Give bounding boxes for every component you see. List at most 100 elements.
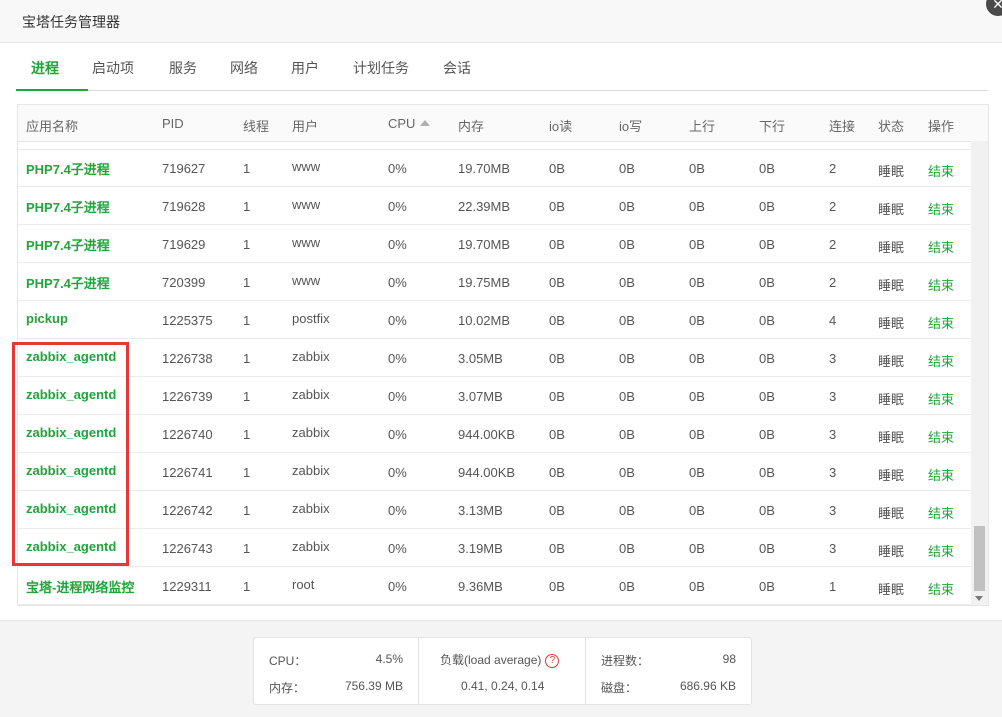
process-download: 0B: [759, 503, 775, 518]
process-status: 睡眠: [878, 240, 905, 255]
process-download: 0B: [759, 237, 775, 252]
process-upload: 0B: [689, 465, 705, 480]
process-download: 0B: [759, 427, 775, 442]
end-process-button[interactable]: 结束: [928, 579, 954, 598]
process-pid: 719628: [162, 199, 206, 214]
active-tab-indicator: [16, 89, 88, 91]
end-process-button[interactable]: 结束: [928, 313, 954, 332]
process-memory: 3.13MB: [458, 503, 503, 518]
col-header-name[interactable]: 应用名称: [26, 116, 78, 135]
process-io-write: 0B: [619, 389, 635, 404]
tab-users[interactable]: 用户: [291, 58, 319, 78]
col-header-threads[interactable]: 线程: [243, 116, 269, 135]
process-io-read: 0B: [549, 541, 565, 556]
process-cpu: 0%: [388, 465, 407, 480]
process-io-read: 0B: [549, 351, 565, 366]
col-header-pid[interactable]: PID: [162, 116, 184, 131]
process-io-write: 0B: [619, 503, 635, 518]
process-threads: 1: [243, 541, 251, 556]
col-header-upload[interactable]: 上行: [689, 116, 715, 135]
question-circle-icon[interactable]: ?: [545, 653, 560, 668]
process-upload: 0B: [689, 161, 705, 176]
end-process-button[interactable]: 结束: [928, 275, 954, 294]
process-memory: 3.07MB: [458, 389, 503, 404]
process-cpu: 0%: [388, 427, 407, 442]
process-name: PHP7.4子进程: [26, 238, 110, 253]
end-process-button[interactable]: 结束: [928, 199, 954, 218]
process-status: 睡眠: [878, 202, 905, 217]
process-memory: 944.00KB: [458, 465, 516, 480]
process-status: 睡眠: [878, 430, 905, 445]
process-name: zabbix_agentd: [26, 463, 117, 478]
process-name: zabbix_agentd: [26, 539, 117, 554]
process-io-read: 0B: [549, 199, 565, 214]
col-header-io-write[interactable]: io写: [619, 116, 642, 135]
process-pid: 719629: [162, 237, 206, 252]
load-average-value: 0.41, 0.24, 0.14: [461, 679, 545, 693]
end-process-button[interactable]: 结束: [928, 389, 954, 408]
memory-value: 756.39 MB: [344, 679, 403, 693]
process-io-write: 0B: [619, 275, 635, 290]
process-connections: 2: [829, 275, 837, 290]
process-download: 0B: [759, 351, 775, 366]
table-scrollbar[interactable]: [971, 141, 988, 605]
scroll-down-arrow-icon[interactable]: [975, 596, 983, 601]
process-io-write: 0B: [619, 237, 635, 252]
table-row: zabbix_agentd 1226739 1 zabbix 0% 3.07MB 0B 0B 0…: [18, 377, 971, 415]
col-header-download[interactable]: 下行: [759, 116, 785, 135]
end-process-button[interactable]: 结束: [928, 503, 954, 522]
process-upload: 0B: [689, 275, 705, 290]
process-name: 宝塔-进程网络监控: [26, 580, 135, 595]
process-user: zabbix: [292, 539, 330, 554]
process-user: www: [292, 273, 321, 288]
end-process-button[interactable]: 结束: [928, 465, 954, 484]
scrollbar-thumb[interactable]: [974, 526, 985, 591]
end-process-button[interactable]: 结束: [928, 427, 954, 446]
process-name: pickup: [26, 311, 68, 326]
tab-startup[interactable]: 启动项: [92, 58, 134, 78]
process-io-read: 0B: [549, 275, 565, 290]
process-connections: 3: [829, 427, 837, 442]
process-download: 0B: [759, 161, 775, 176]
process-io-read: 0B: [549, 389, 565, 404]
col-header-connections[interactable]: 连接: [829, 116, 855, 135]
process-connections: 3: [829, 503, 837, 518]
process-io-write: 0B: [619, 427, 635, 442]
table-row: PHP7.4子进程 719628 1 www 0% 22.39MB 0B 0B 0B 0B 2 睡眠 结…: [18, 187, 971, 225]
process-user: zabbix: [292, 501, 330, 516]
process-io-write: 0B: [619, 313, 635, 328]
col-header-cpu[interactable]: CPU: [388, 116, 431, 131]
tab-sessions[interactable]: 会话: [443, 58, 471, 78]
tab-network[interactable]: 网络: [230, 58, 258, 78]
tab-scheduled-tasks[interactable]: 计划任务: [353, 58, 409, 78]
process-memory: 9.36MB: [458, 579, 503, 594]
process-threads: 1: [243, 465, 251, 480]
tab-processes[interactable]: 进程: [31, 58, 59, 78]
process-io-read: 0B: [549, 465, 565, 480]
system-summary-panel: CPU： 4.5% 内存： 756.39 MB 负载(load average)…: [253, 637, 752, 705]
process-download: 0B: [759, 275, 775, 290]
process-status: 睡眠: [878, 544, 905, 559]
cpu-value: 4.5%: [375, 652, 403, 666]
process-threads: 1: [243, 199, 251, 214]
process-cpu: 0%: [388, 503, 407, 518]
end-process-button[interactable]: 结束: [928, 237, 954, 256]
process-status: 睡眠: [878, 164, 905, 179]
end-process-button[interactable]: 结束: [928, 351, 954, 370]
tab-services[interactable]: 服务: [169, 58, 197, 78]
summary-proc-disk: 进程数： 98 磁盘： 686.96 KB: [586, 638, 751, 704]
process-status: 睡眠: [878, 316, 905, 331]
end-process-button[interactable]: 结束: [928, 161, 954, 180]
process-name: PHP7.4子进程: [26, 162, 110, 177]
col-header-io-read[interactable]: io读: [549, 116, 572, 135]
col-header-memory[interactable]: 内存: [458, 116, 484, 135]
process-threads: 1: [243, 313, 251, 328]
process-memory: 19.70MB: [458, 237, 511, 252]
process-io-read: 0B: [549, 313, 565, 328]
col-header-user[interactable]: 用户: [292, 116, 318, 135]
process-io-read: 0B: [549, 161, 565, 176]
col-header-status[interactable]: 状态: [878, 116, 904, 135]
end-process-button[interactable]: 结束: [928, 541, 954, 560]
process-pid: 720399: [162, 275, 206, 290]
process-status: 睡眠: [878, 392, 905, 407]
